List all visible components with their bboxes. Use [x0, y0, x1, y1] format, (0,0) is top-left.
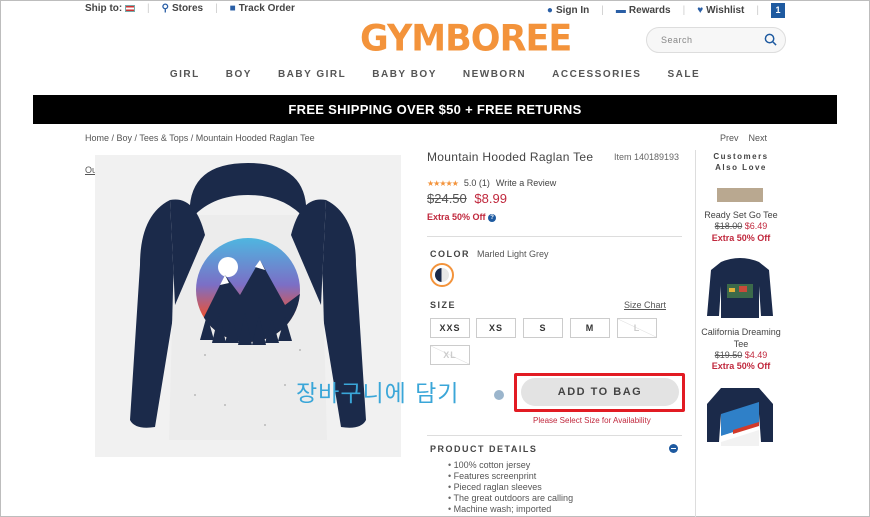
sidebar-divider — [695, 150, 696, 517]
nav-baby-girl[interactable]: BABY GIRL — [278, 69, 346, 80]
size-label: SIZE — [430, 300, 457, 310]
prev-link[interactable]: Prev — [720, 133, 739, 143]
user-icon: ● — [546, 5, 553, 16]
original-price: $24.50 — [427, 191, 467, 206]
add-to-bag-button[interactable]: ADD TO BAG — [521, 378, 679, 406]
price: $24.50 $8.99 — [427, 191, 507, 206]
sign-in-label: Sign In — [555, 5, 590, 16]
info-icon[interactable]: ? — [488, 213, 497, 222]
product-image[interactable] — [95, 155, 401, 457]
quantity-indicator-icon[interactable] — [494, 390, 504, 400]
track-order-link[interactable]: ■ Track Order — [230, 3, 295, 14]
color-swatch[interactable] — [430, 263, 454, 287]
sidebar-item-price: $18.00 $6.49 — [700, 221, 782, 231]
details-list: 100% cotton jersey Features screenprint … — [454, 460, 574, 515]
color-label: COLOR — [430, 249, 470, 259]
sidebar-item-name[interactable]: Ready Set Go Tee — [700, 209, 782, 221]
extra-discount: Extra 50% Off ? — [427, 212, 497, 222]
write-review-link[interactable]: Write a Review — [496, 178, 556, 188]
nav-baby-boy[interactable]: BABY BOY — [372, 69, 437, 80]
list-item: Machine wash; imported — [454, 504, 573, 515]
divider — [427, 236, 682, 237]
stores-link[interactable]: ⚲ Stores — [162, 3, 203, 14]
list-item: The great outdoors are calling — [454, 493, 574, 504]
us-flag-icon — [125, 4, 135, 12]
nav-sale[interactable]: SALE — [667, 69, 700, 80]
divider — [427, 435, 682, 436]
track-order-label: Track Order — [238, 3, 295, 14]
collapse-icon[interactable] — [669, 444, 678, 453]
size-xl-button[interactable]: XL — [430, 345, 470, 365]
product-details-label[interactable]: PRODUCT DETAILS — [430, 444, 537, 454]
nav-accessories[interactable]: ACCESSORIES — [552, 69, 641, 80]
divider: | — [601, 5, 604, 16]
breadcrumb[interactable]: Home / Boy / Tees & Tops / Mountain Hood… — [85, 133, 315, 143]
nav-boy[interactable]: BOY — [226, 69, 252, 80]
size-s-button[interactable]: S — [523, 318, 563, 338]
sidebar-old-price: $19.50 — [714, 350, 743, 360]
raglan-tee-thumbnail[interactable] — [703, 384, 777, 448]
wishlist-link[interactable]: ♥ Wishlist — [697, 5, 744, 16]
divider: | — [215, 3, 218, 14]
size-xxs-button[interactable]: XXS — [430, 318, 470, 338]
utility-bar: Ship to: | ⚲ Stores | ■ Track Order ● Sign … — [85, 3, 785, 18]
heart-icon: ♥ — [697, 5, 704, 16]
stores-label: Stores — [171, 3, 204, 14]
rewards-link[interactable]: ▬ Rewards — [616, 5, 671, 16]
truck-icon: ■ — [229, 3, 236, 14]
gymboree-logo[interactable]: GYMBOREE — [360, 17, 572, 61]
size-l-button[interactable]: L — [617, 318, 657, 338]
divider: | — [682, 5, 686, 16]
sidebar-new-price: $4.49 — [744, 350, 768, 360]
next-link[interactable]: Next — [749, 133, 768, 143]
size-xs-button[interactable]: XS — [476, 318, 516, 338]
list-item: Features screenprint — [454, 471, 573, 482]
rewards-label: Rewards — [628, 5, 671, 16]
swatch-fill — [435, 268, 449, 282]
sidebar-new-price: $6.49 — [744, 221, 768, 231]
list-item: Pieced raglan sleeves — [454, 482, 573, 493]
search-icon[interactable] — [764, 33, 777, 46]
extra-discount-label: Extra 50% Off — [427, 212, 486, 222]
nav-girl[interactable]: GIRL — [170, 69, 200, 80]
sign-in-link[interactable]: ● Sign In — [547, 5, 589, 16]
search-placeholder: Search — [661, 35, 693, 45]
promo-banner[interactable]: FREE SHIPPING OVER $50 + FREE RETURNS — [33, 95, 837, 124]
pager: Prev Next — [720, 133, 767, 143]
ship-to-label: Ship to: — [85, 3, 123, 14]
item-number: Item 140189193 — [614, 152, 680, 162]
sidebar-item-price: $19.50 $4.49 — [700, 350, 782, 360]
sidebar-item-name[interactable]: California Dreaming Tee — [700, 326, 782, 350]
korean-annotation: 장바구니에 담기 — [296, 381, 460, 407]
list-item: 100% cotton jersey — [454, 460, 573, 471]
california-dreaming-thumbnail[interactable] — [703, 256, 777, 320]
sidebar-old-price: $18.00 — [714, 221, 743, 231]
main-nav: GIRL BOY BABY GIRL BABY BOY NEWBORN ACCE… — [0, 69, 870, 80]
rating-row: ★★★★★ 5.0 (1) Write a Review — [427, 178, 556, 188]
star-rating-icon: ★★★★★ — [427, 178, 459, 188]
sidebar-title: Customers Also Love — [713, 152, 769, 172]
ship-to-link[interactable]: Ship to: — [85, 3, 135, 14]
map-pin-icon: ⚲ — [161, 3, 169, 14]
hoodie-tee-illustration — [130, 163, 366, 440]
size-chart-link[interactable]: Size Chart — [624, 300, 666, 310]
ready-set-go-thumbnail[interactable] — [703, 188, 777, 204]
product-title: Mountain Hooded Raglan Tee — [427, 150, 594, 164]
search-input[interactable]: Search — [646, 27, 786, 53]
wishlist-label: Wishlist — [706, 5, 745, 16]
sidebar-item-discount: Extra 50% Off — [711, 361, 771, 371]
rewards-icon: ▬ — [615, 5, 626, 16]
rating-value[interactable]: 5.0 (1) — [464, 178, 490, 188]
sale-price: $8.99 — [474, 191, 507, 206]
divider: | — [147, 3, 150, 14]
divider: | — [756, 5, 759, 16]
size-warning: Please Select Size for Availability — [533, 416, 651, 425]
shopping-bag-icon[interactable]: 1 — [771, 3, 785, 18]
sidebar-item-discount: Extra 50% Off — [711, 233, 771, 243]
nav-newborn[interactable]: NEWBORN — [463, 69, 526, 80]
size-m-button[interactable]: M — [570, 318, 610, 338]
color-value: Marled Light Grey — [477, 249, 549, 259]
